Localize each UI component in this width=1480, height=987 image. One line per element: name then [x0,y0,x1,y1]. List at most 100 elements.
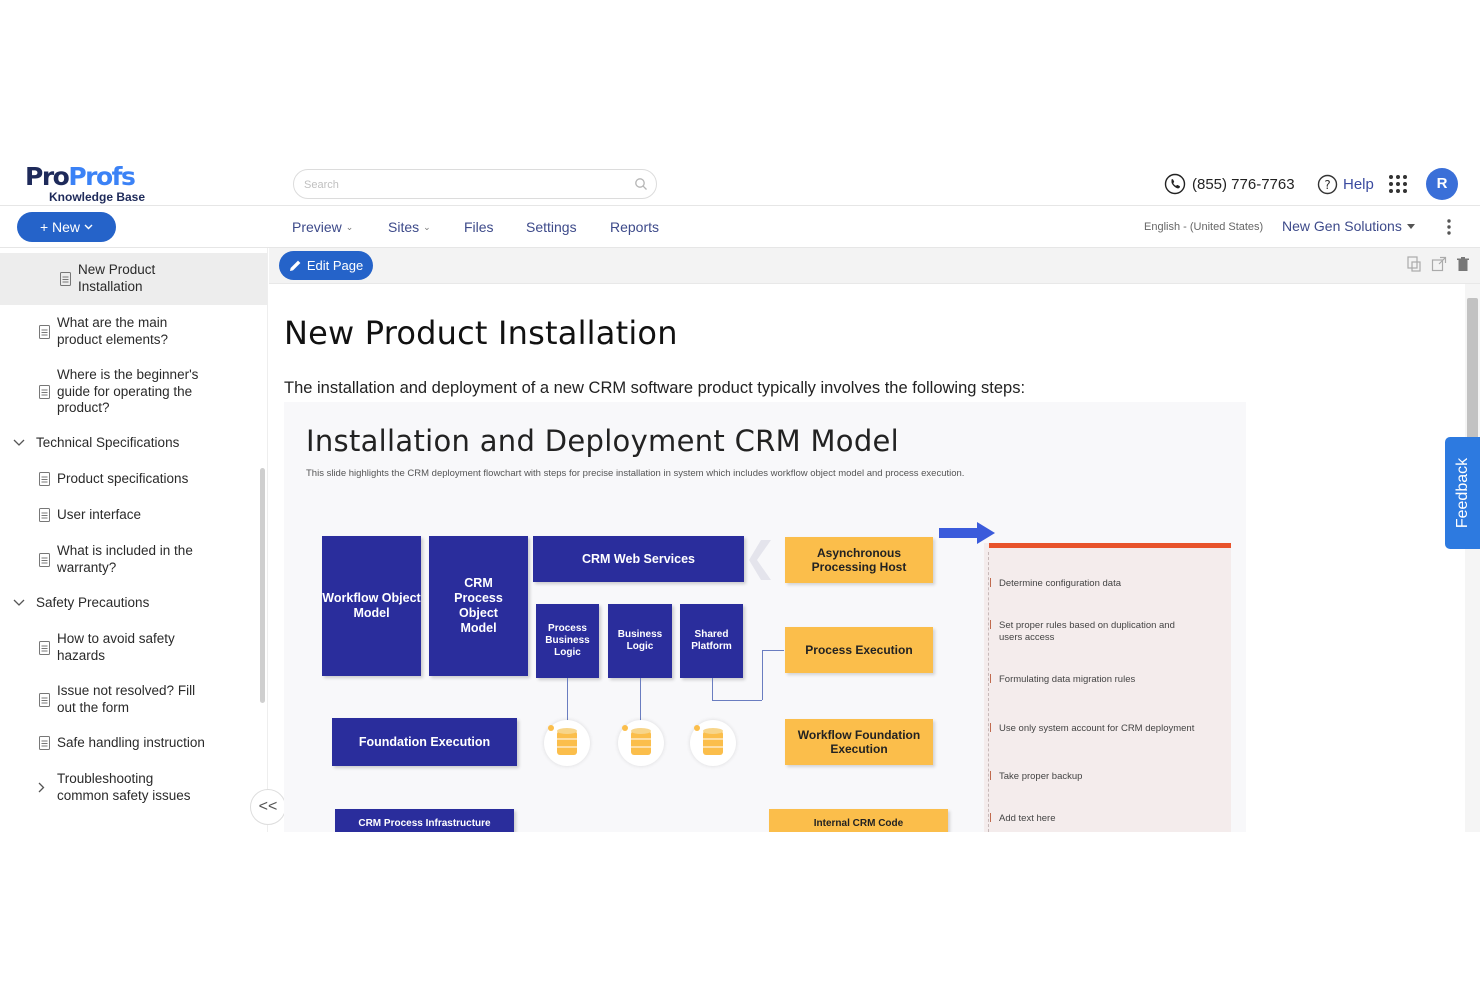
connector-line [762,650,763,700]
nav-settings[interactable]: Settings [526,219,577,235]
sidebar-item-label: User interface [57,507,142,522]
proprofs-logo[interactable]: ProProfs Knowledge Base [25,162,155,204]
label-line: product elements? [57,331,169,347]
help-link[interactable]: ? Help [1317,172,1374,196]
sidebar-item-user-interface[interactable]: User interface [0,507,260,525]
help-icon: ? [1317,174,1338,194]
sidebar-item-warranty[interactable]: What is included in the warranty? [0,543,260,579]
crm-process-object-model-box: CRM Process Object Model [429,536,528,676]
document-icon [39,736,50,750]
search-box[interactable] [293,169,657,199]
sidebar-item-label: Issue not resolved? Fill out the form [57,683,195,716]
sidebar-category-label: Safety Precautions [36,595,150,610]
sidebar-category-technical-specifications[interactable]: Technical Specifications [0,435,260,453]
sidebar-item-safe-handling[interactable]: Safe handling instruction [0,735,260,753]
chevron-right-icon[interactable] [38,782,45,793]
timeline-tick [986,771,991,780]
phone-link[interactable]: (855) 776-7763 [1164,172,1295,196]
label-line: warranty? [57,559,117,575]
connector-line [762,650,784,651]
sidebar-item-main-product-elements[interactable]: What are the main product elements? [0,315,260,351]
timeline-tick [986,813,991,822]
slide-subtitle: This slide highlights the CRM deployment… [306,468,965,479]
sidebar-item-label: What are the main product elements? [57,315,168,348]
connector-line [640,678,641,722]
label-line: New Product [78,262,156,277]
search-input[interactable] [304,176,624,194]
nav-preview[interactable]: Preview ⌄ [292,219,353,235]
document-icon [39,472,50,486]
trash-icon[interactable] [1455,256,1471,272]
crm-process-infrastructure-box: CRM Process Infrastructure [335,809,514,832]
chevron-down-icon: ⌄ [345,221,354,232]
feedback-tab[interactable]: Feedback [1445,437,1480,549]
site-selector[interactable]: New Gen Solutions [1282,218,1415,234]
logo-wordmark: ProProfs [25,162,136,191]
sidebar-category-label: Technical Specifications [36,435,180,450]
site-name: New Gen Solutions [1282,218,1402,234]
page-title: New Product Installation [284,314,678,352]
nav-sites-label: Sites [388,219,420,235]
label-line: What is included in the [57,543,193,558]
sidebar-scrollbar[interactable] [260,468,265,703]
sidebar-item-product-specifications[interactable]: Product specifications [0,471,260,489]
database-icon [618,720,664,766]
async-processing-host-box: Asynchronous Processing Host [785,537,933,583]
language-selector[interactable]: English - (United States) [1144,221,1263,233]
label-line: Where is the beginner's [57,367,199,382]
edit-page-label: Edit Page [306,258,364,273]
document-icon [39,325,50,339]
chevron-down-icon [13,599,25,606]
user-avatar[interactable]: R [1426,168,1458,200]
slide-title: Installation and Deployment CRM Model [306,424,900,458]
search-icon[interactable] [634,177,648,191]
step-item: Add text here [999,813,1056,824]
label-line: How to avoid safety [57,631,175,646]
sidebar-category-safety-precautions[interactable]: Safety Precautions [0,595,260,613]
chevron-down-icon [84,224,93,230]
nav-files[interactable]: Files [464,219,494,235]
apps-grid-icon[interactable] [1388,174,1408,194]
feedback-label: Feedback [1453,457,1471,529]
pencil-icon [289,260,301,271]
chevron-down-icon [13,439,25,446]
nav-bar: + New Preview ⌄ Sites ⌄ Files Settings Rep… [0,206,1480,248]
step-item: Use only system account for CRM deployme… [999,723,1195,734]
edit-page-button[interactable]: Edit Page [279,251,373,280]
sidebar-item-issue-form[interactable]: Issue not resolved? Fill out the form [0,683,260,719]
label-line: common safety issues [57,787,191,803]
internal-crm-code-box: Internal CRM Code [769,809,948,832]
nav-reports-label: Reports [610,219,660,235]
step-item: Take proper backup [999,771,1083,782]
connector-line [712,678,713,700]
top-bar: ProProfs Knowledge Base (855) 776-7763 ?… [0,160,1480,206]
document-icon [39,553,50,567]
intro-paragraph: The installation and deployment of a new… [284,379,1026,397]
sidebar-item-new-product-installation[interactable]: New Product Installation [0,253,267,305]
nav-sites[interactable]: Sites ⌄ [388,219,431,235]
content-toolbar: Edit Page [269,248,1480,284]
label-line: hazards [57,647,106,663]
sidebar-item-beginners-guide[interactable]: Where is the beginner's guide for operati… [0,367,260,419]
document-icon [39,693,50,707]
new-button[interactable]: + New [17,212,116,242]
step-item: Determine configuration data [999,578,1121,589]
crm-web-services-box: CRM Web Services [533,536,744,582]
caret-down-icon [1406,223,1415,229]
copy-icon[interactable] [1406,256,1422,272]
sidebar-item-avoid-hazards[interactable]: How to avoid safety hazards [0,631,260,667]
sidebar: New Product Installation What are the mai… [0,248,268,832]
arrow-right-icon [939,522,995,544]
chevron-down-icon: ⌄ [423,221,431,232]
connector-line [712,700,762,701]
more-options-icon[interactable] [1444,218,1454,236]
steps-panel-accent [989,543,1231,548]
nav-reports[interactable]: Reports [610,219,659,235]
database-icon [544,720,590,766]
sidebar-item-troubleshooting[interactable]: Troubleshooting common safety issues [0,771,260,807]
expand-icon[interactable] [1431,256,1447,272]
label-line: Installation [78,278,143,294]
nav-preview-label: Preview [292,219,342,235]
sidebar-item-label: Where is the beginner's guide for operati… [57,367,198,417]
sidebar-item-label: Safe handling instruction [57,735,205,750]
